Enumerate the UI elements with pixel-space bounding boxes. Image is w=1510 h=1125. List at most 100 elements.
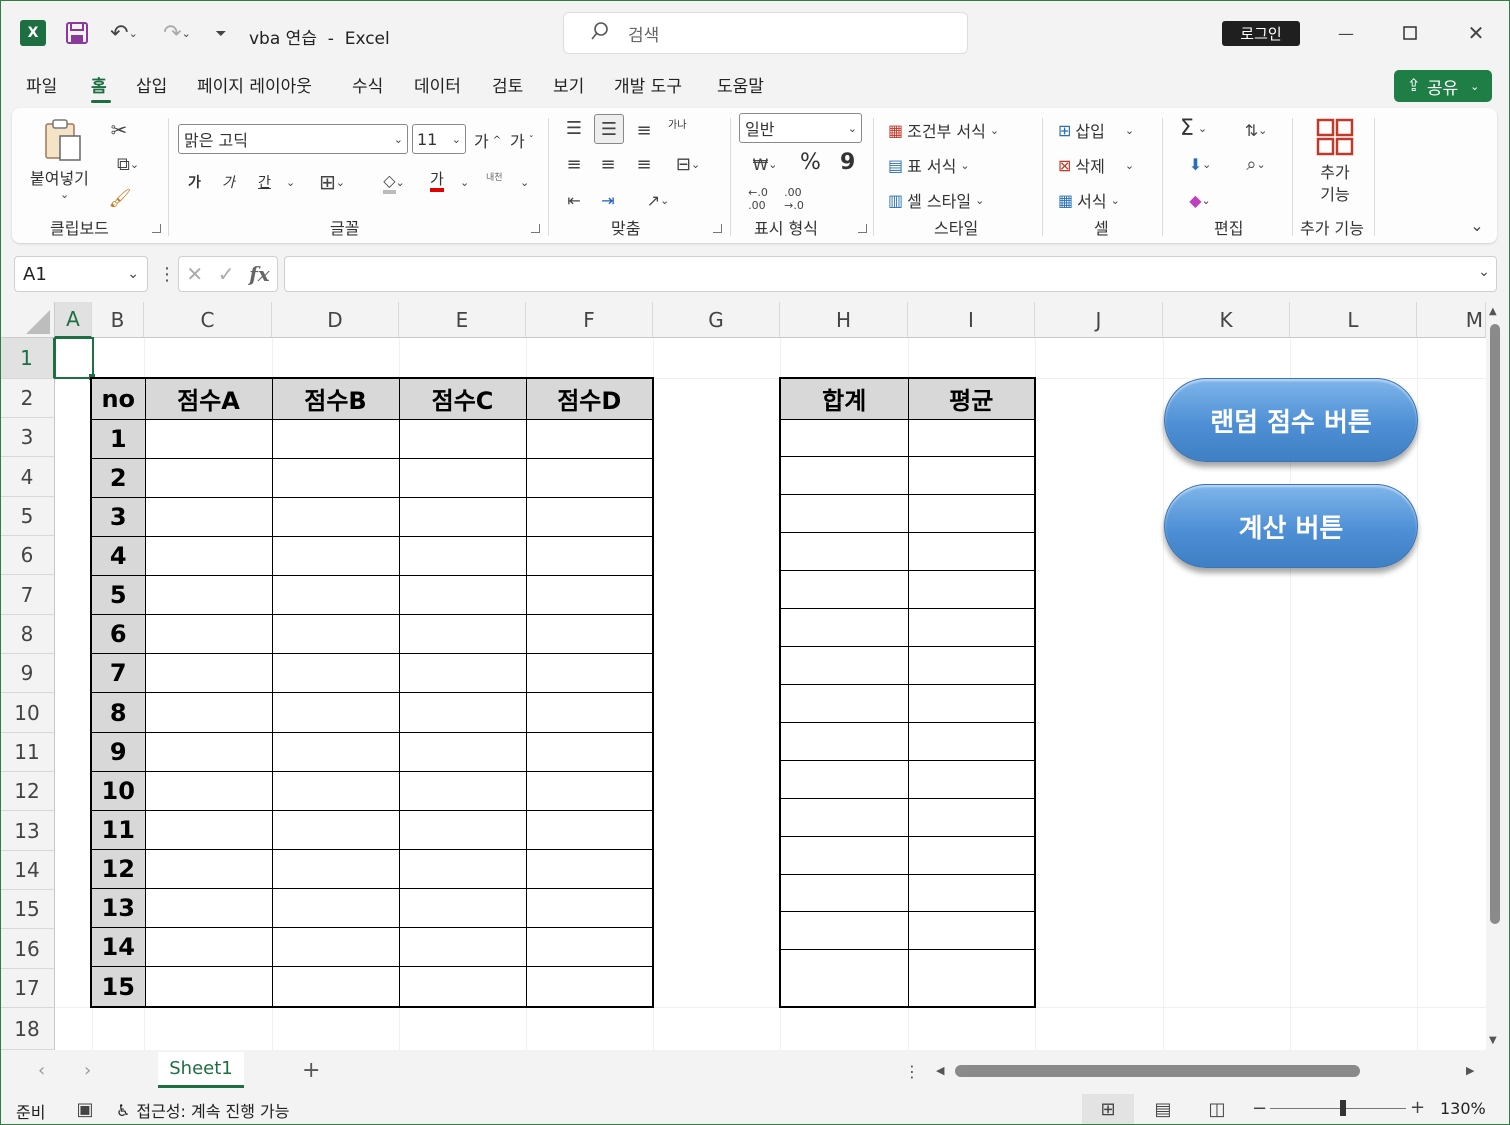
delete-cells-button[interactable]: ⊠ 삭제 ⌄ — [1058, 153, 1134, 177]
vertical-scroll-thumb[interactable] — [1490, 324, 1500, 924]
column-header-m[interactable]: M — [1417, 302, 1486, 338]
paste-icon[interactable] — [40, 118, 90, 162]
zoom-in-button[interactable]: + — [1410, 1097, 1425, 1118]
italic-button[interactable]: 가 — [222, 172, 235, 192]
sum-cell[interactable] — [779, 532, 909, 572]
score-cell[interactable] — [398, 770, 527, 811]
score-cell[interactable] — [271, 614, 400, 655]
paste-dropdown-icon[interactable]: ⌄ — [60, 188, 69, 201]
row-number-cell[interactable]: 4 — [90, 535, 146, 577]
score-cell[interactable] — [144, 457, 273, 498]
header-score-a[interactable]: 점수A — [144, 377, 273, 420]
tab-formulas[interactable]: 수식 — [352, 74, 383, 100]
score-cell[interactable] — [525, 496, 654, 537]
score-cell[interactable] — [271, 809, 400, 851]
sum-cell[interactable] — [779, 494, 909, 534]
score-cell[interactable] — [144, 418, 273, 459]
score-cell[interactable] — [271, 535, 400, 577]
underline-dropdown-icon[interactable]: ⌄ — [286, 176, 295, 189]
score-cell[interactable] — [144, 966, 273, 1008]
score-cell[interactable] — [398, 535, 527, 577]
score-cell[interactable] — [525, 418, 654, 459]
macro-recording-icon[interactable]: ▣ — [74, 1098, 96, 1120]
score-cell[interactable] — [525, 692, 654, 733]
active-cell-a1[interactable] — [54, 337, 94, 379]
score-cell[interactable] — [144, 731, 273, 772]
more-options-icon[interactable]: ⋮ — [158, 264, 176, 285]
horizontal-scroll-thumb[interactable] — [955, 1065, 1360, 1077]
score-cell[interactable] — [271, 770, 400, 811]
score-cell[interactable] — [144, 653, 273, 694]
sum-cell[interactable] — [779, 456, 909, 496]
font-color-button[interactable]: 가 — [430, 170, 444, 192]
score-cell[interactable] — [271, 575, 400, 616]
average-cell[interactable] — [907, 873, 1036, 913]
column-header-d[interactable]: D — [272, 302, 399, 338]
percent-button[interactable]: % — [800, 150, 821, 175]
undo-icon[interactable]: ↶ ⌄ — [104, 19, 144, 47]
score-cell[interactable] — [525, 809, 654, 851]
maximize-button[interactable] — [1394, 18, 1426, 48]
grow-font-button[interactable]: 가 ^ — [474, 128, 501, 152]
row-number-cell[interactable]: 6 — [90, 614, 146, 655]
merge-center-icon[interactable]: ⊟ ⌄ — [666, 152, 710, 176]
underline-button[interactable]: 간 — [258, 172, 271, 192]
shrink-font-button[interactable]: 가ˇ — [510, 128, 534, 152]
sum-cell[interactable] — [779, 418, 909, 458]
score-cell[interactable] — [398, 457, 527, 498]
tab-insert[interactable]: 삽입 — [136, 74, 167, 100]
expand-formula-bar-icon[interactable]: ⌄ — [1474, 262, 1494, 282]
page-break-view-icon[interactable]: ◫ — [1204, 1096, 1230, 1122]
paste-button[interactable]: 붙여넣기 — [30, 165, 89, 189]
average-cell[interactable] — [907, 721, 1036, 761]
average-cell[interactable] — [907, 911, 1036, 951]
score-cell[interactable] — [525, 888, 654, 929]
average-cell[interactable] — [907, 797, 1036, 837]
row-header-1[interactable]: 1 — [0, 338, 55, 379]
add-ins-icon[interactable] — [1316, 118, 1354, 156]
score-cell[interactable] — [271, 731, 400, 772]
score-cell[interactable] — [144, 575, 273, 616]
sum-cell[interactable] — [779, 646, 909, 685]
average-cell[interactable] — [907, 570, 1036, 610]
row-header-12[interactable]: 12 — [0, 772, 55, 811]
average-cell[interactable] — [907, 683, 1036, 723]
score-cell[interactable] — [144, 809, 273, 851]
tab-page-layout[interactable]: 페이지 레이아웃 — [197, 74, 312, 100]
tab-review[interactable]: 검토 — [492, 74, 523, 100]
column-header-a[interactable]: A — [55, 302, 92, 338]
score-cell[interactable] — [398, 888, 527, 929]
decrease-indent-icon[interactable]: ⇤ — [562, 188, 586, 212]
next-sheet-icon[interactable]: › — [84, 1060, 91, 1081]
average-cell[interactable] — [907, 949, 1036, 1008]
score-cell[interactable] — [271, 888, 400, 929]
score-cell[interactable] — [398, 418, 527, 459]
row-number-cell[interactable]: 1 — [90, 418, 146, 459]
score-cell[interactable] — [398, 809, 527, 851]
cancel-entry-icon[interactable]: ✕ — [186, 262, 203, 286]
score-cell[interactable] — [525, 927, 654, 968]
row-header-5[interactable]: 5 — [0, 497, 55, 536]
row-number-cell[interactable]: 14 — [90, 927, 146, 968]
average-cell[interactable] — [907, 835, 1036, 875]
column-header-c[interactable]: C — [144, 302, 272, 338]
share-button[interactable]: ⇪ 공유 ⌄ — [1394, 70, 1492, 102]
row-header-11[interactable]: 11 — [0, 733, 55, 772]
column-header-h[interactable]: H — [780, 302, 908, 338]
sum-cell[interactable] — [779, 873, 909, 913]
score-cell[interactable] — [271, 418, 400, 459]
score-cell[interactable] — [525, 849, 654, 890]
score-cell[interactable] — [271, 653, 400, 694]
page-layout-view-icon[interactable]: ▤ — [1150, 1096, 1176, 1122]
phonetic-dropdown-icon[interactable]: ⌄ — [520, 176, 529, 189]
more-options-icon[interactable]: ⋮ — [904, 1062, 920, 1081]
row-header-13[interactable]: 13 — [0, 811, 55, 851]
number-format-select[interactable]: 일반 ⌄ — [739, 113, 862, 143]
score-cell[interactable] — [271, 496, 400, 537]
scroll-left-icon[interactable]: ◀ — [936, 1064, 944, 1077]
score-cell[interactable] — [525, 457, 654, 498]
align-middle-icon[interactable]: ☰ — [594, 114, 624, 144]
row-number-cell[interactable]: 10 — [90, 770, 146, 811]
row-number-cell[interactable]: 8 — [90, 692, 146, 733]
row-header-18[interactable]: 18 — [0, 1008, 55, 1050]
